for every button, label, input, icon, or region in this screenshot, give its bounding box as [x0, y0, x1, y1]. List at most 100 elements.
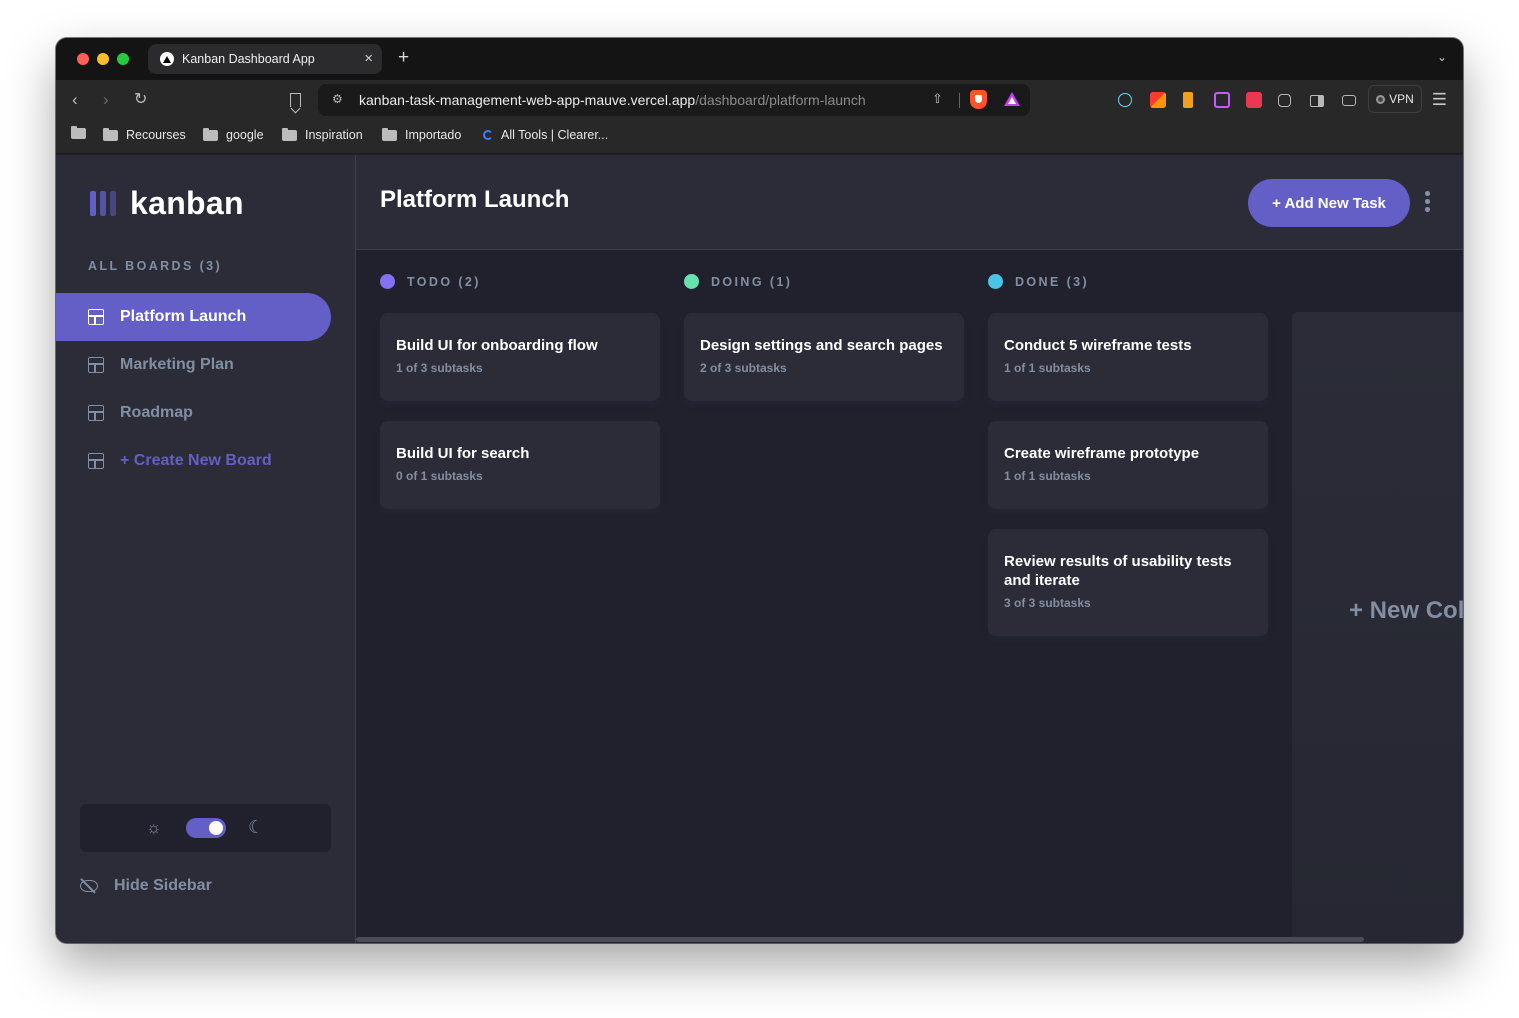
folder-icon	[282, 127, 297, 141]
board-header: Platform Launch + Add New Task	[356, 155, 1463, 250]
eye-slash-icon	[80, 880, 98, 892]
brave-shields-icon[interactable]	[970, 90, 987, 109]
bookmark-label: Recourses	[126, 128, 186, 142]
sidebar-item-marketing-plan[interactable]: Marketing Plan	[56, 341, 331, 389]
bookmark-folder[interactable]	[71, 126, 86, 139]
bookmark-label: google	[226, 128, 264, 142]
create-new-board-button[interactable]: + Create New Board	[56, 437, 331, 485]
hide-sidebar-label: Hide Sidebar	[114, 877, 212, 894]
browser-window: Kanban Dashboard App × + ⌄ ‹ › ↻ ⚙ kanba…	[56, 38, 1463, 943]
reload-icon[interactable]: ↻	[134, 90, 147, 110]
moon-icon: ☾	[248, 817, 265, 837]
toggle-knob	[209, 821, 223, 835]
task-card[interactable]: Build UI for onboarding flow 1 of 3 subt…	[380, 313, 660, 401]
more-options-icon[interactable]	[1425, 191, 1430, 212]
task-subtasks: 1 of 3 subtasks	[396, 361, 483, 375]
sun-icon: ☼	[146, 818, 162, 837]
task-title: Build UI for onboarding flow	[396, 337, 598, 354]
board-icon	[88, 357, 104, 373]
bookmark-folder[interactable]: Recourses	[103, 127, 186, 142]
task-card[interactable]: Create wireframe prototype 1 of 1 subtas…	[988, 421, 1268, 509]
site-settings-icon[interactable]: ⚙	[332, 92, 343, 106]
extension-icon[interactable]	[1150, 92, 1166, 108]
vercel-favicon-icon	[160, 52, 174, 66]
logo: kanban	[90, 185, 244, 222]
tab-title: Kanban Dashboard App	[182, 52, 315, 66]
board-columns: TODO (2) Build UI for onboarding flow 1 …	[356, 251, 1463, 943]
theme-toggle[interactable]	[186, 818, 226, 838]
browser-toolbar: ‹ › ↻ ⚙ kanban-task-management-web-app-m…	[56, 80, 1463, 120]
menu-icon[interactable]: ☰	[1432, 90, 1447, 110]
task-title: Design settings and search pages	[700, 337, 943, 354]
close-window-button[interactable]	[77, 53, 89, 65]
vpn-label: VPN	[1389, 92, 1414, 106]
brave-rewards-icon[interactable]	[1004, 92, 1020, 106]
column-header: DONE (3)	[988, 274, 1089, 289]
site-icon	[483, 130, 493, 140]
task-card[interactable]: Review results of usability tests and it…	[988, 529, 1268, 636]
bookmark-label: Inspiration	[305, 128, 363, 142]
react-devtools-icon[interactable]	[1118, 93, 1132, 107]
share-icon[interactable]: ⇧	[932, 91, 943, 107]
column-dot-icon	[380, 274, 395, 289]
board-icon	[88, 309, 104, 325]
extensions-puzzle-icon[interactable]	[1278, 94, 1291, 107]
folder-icon	[71, 126, 86, 139]
bookmark-folder[interactable]: Importado	[382, 127, 462, 142]
bookmark-link[interactable]: All Tools | Clearer...	[483, 128, 608, 142]
board-icon	[88, 405, 104, 421]
bookmarks-bar: Recourses google Inspiration Importado A…	[56, 120, 1463, 154]
sidebar-item-label: Roadmap	[120, 404, 193, 421]
theme-switcher: ☼ ☾	[80, 804, 331, 852]
maximize-window-button[interactable]	[117, 53, 129, 65]
all-boards-heading: ALL BOARDS (3)	[88, 259, 223, 273]
horizontal-scrollbar[interactable]	[356, 937, 1364, 942]
sidebar: kanban ALL BOARDS (3) Platform Launch Ma…	[56, 155, 356, 943]
extension-icon[interactable]	[1246, 92, 1262, 108]
sidebar-item-platform-launch[interactable]: Platform Launch	[56, 293, 331, 341]
vpn-status-icon	[1376, 94, 1386, 104]
task-subtasks: 2 of 3 subtasks	[700, 361, 787, 375]
minimize-window-button[interactable]	[97, 53, 109, 65]
new-tab-button[interactable]: +	[398, 47, 409, 69]
url-path: /dashboard/platform-launch	[695, 92, 866, 108]
address-bar[interactable]: ⚙ kanban-task-management-web-app-mauve.v…	[318, 84, 1030, 116]
folder-icon	[382, 127, 397, 141]
browser-tab[interactable]: Kanban Dashboard App ×	[148, 44, 382, 74]
hide-sidebar-button[interactable]: Hide Sidebar	[80, 877, 212, 895]
bookmark-folder[interactable]: google	[203, 127, 264, 142]
tab-close-icon[interactable]: ×	[364, 50, 373, 67]
vpn-button[interactable]: VPN	[1368, 85, 1422, 113]
divider	[959, 93, 960, 108]
logo-text: kanban	[130, 185, 244, 221]
extension-icon[interactable]	[1183, 92, 1193, 108]
chevron-down-icon[interactable]: ⌄	[1437, 50, 1447, 64]
page-title: Platform Launch	[380, 186, 570, 213]
new-column-button[interactable]: + New Column	[1292, 312, 1463, 943]
column-title: TODO (2)	[407, 274, 481, 289]
url-domain: kanban-task-management-web-app-mauve.ver…	[359, 92, 696, 108]
column-title: DONE (3)	[1015, 274, 1090, 289]
column-dot-icon	[988, 274, 1003, 289]
sidebar-item-roadmap[interactable]: Roadmap	[56, 389, 331, 437]
tab-strip: Kanban Dashboard App × + ⌄	[56, 38, 1463, 80]
column-dot-icon	[684, 274, 699, 289]
folder-icon	[103, 127, 118, 141]
task-subtasks: 1 of 1 subtasks	[1004, 469, 1091, 483]
bookmark-folder[interactable]: Inspiration	[282, 127, 363, 142]
wallet-icon[interactable]	[1342, 95, 1356, 106]
back-icon[interactable]: ‹	[72, 90, 78, 110]
task-card[interactable]: Design settings and search pages 2 of 3 …	[684, 313, 964, 401]
forward-icon[interactable]: ›	[103, 90, 109, 110]
add-new-task-button[interactable]: + Add New Task	[1248, 179, 1410, 227]
extension-icon[interactable]	[1214, 92, 1230, 108]
bookmark-label: Importado	[405, 128, 462, 142]
task-card[interactable]: Build UI for search 0 of 1 subtasks	[380, 421, 660, 509]
task-subtasks: 1 of 1 subtasks	[1004, 361, 1091, 375]
bookmark-icon[interactable]	[290, 93, 301, 107]
sidebar-toggle-icon[interactable]	[1310, 95, 1324, 107]
task-title: Review results of usability tests and it…	[1004, 553, 1232, 589]
logo-icon	[90, 191, 116, 216]
task-card[interactable]: Conduct 5 wireframe tests 1 of 1 subtask…	[988, 313, 1268, 401]
new-column-label: + New Column	[1349, 597, 1463, 624]
